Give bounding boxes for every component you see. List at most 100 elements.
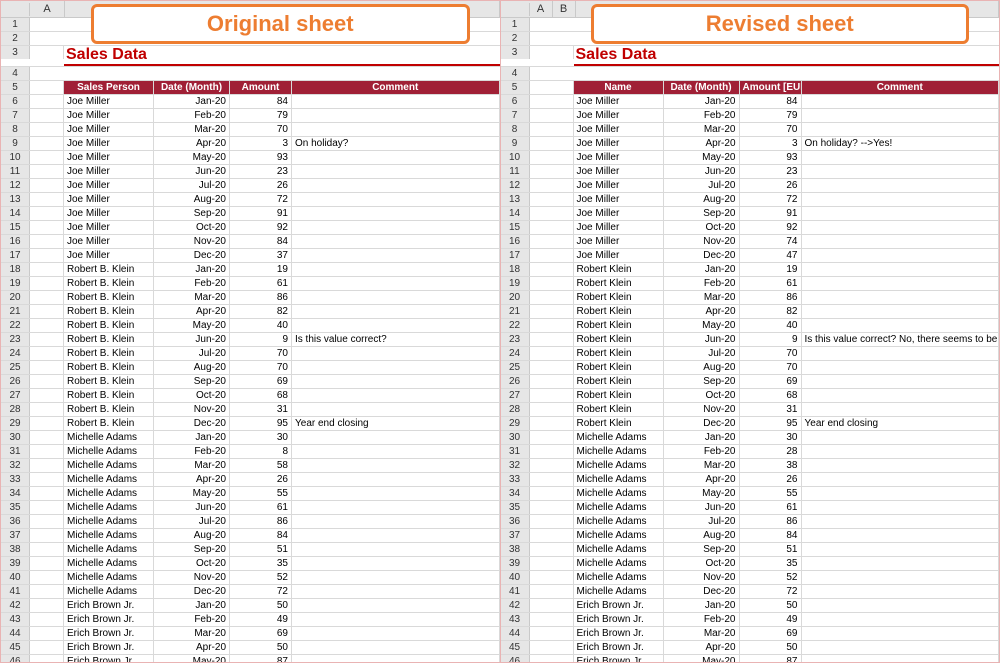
cell-amount[interactable]: 70 — [230, 347, 292, 360]
cell-date[interactable]: Sep-20 — [154, 375, 230, 388]
cell-amount[interactable]: 61 — [230, 501, 292, 514]
cell-date[interactable]: Jul-20 — [154, 515, 230, 528]
table-row[interactable]: 46Erich Brown Jr.May-2087 — [501, 655, 1000, 662]
cell-date[interactable]: Jul-20 — [664, 347, 740, 360]
cell-person[interactable]: Joe Miller — [574, 235, 664, 248]
cell-amount[interactable]: 86 — [740, 515, 802, 528]
cell-person[interactable]: Joe Miller — [64, 165, 154, 178]
cell-amount[interactable]: 9 — [230, 333, 292, 346]
row-number[interactable]: 5 — [501, 81, 530, 94]
row-number[interactable]: 20 — [1, 291, 30, 304]
table-row[interactable]: 14Joe MillerSep-2091 — [1, 207, 500, 221]
cell-comment[interactable] — [292, 179, 500, 192]
cell-date[interactable]: Apr-20 — [154, 641, 230, 654]
cell-date[interactable]: Mar-20 — [664, 291, 740, 304]
cell-person[interactable]: Robert Klein — [574, 333, 664, 346]
cell-person[interactable]: Robert B. Klein — [64, 277, 154, 290]
table-row[interactable]: 41Michelle AdamsDec-2072 — [501, 585, 1000, 599]
table-row[interactable]: 11Joe MillerJun-2023 — [1, 165, 500, 179]
cell-comment[interactable] — [292, 151, 500, 164]
cell-amount[interactable]: 61 — [230, 277, 292, 290]
cell-amount[interactable]: 37 — [230, 249, 292, 262]
cell-person[interactable]: Robert B. Klein — [64, 375, 154, 388]
cell-person[interactable]: Erich Brown Jr. — [574, 613, 664, 626]
cell-person[interactable]: Michelle Adams — [574, 501, 664, 514]
header-date[interactable]: Date (Month) — [664, 81, 740, 94]
header-person[interactable]: Name — [574, 81, 664, 94]
table-row[interactable]: 13Joe MillerAug-2072 — [501, 193, 1000, 207]
row-number[interactable]: 43 — [501, 613, 530, 626]
col-letter-b[interactable]: B — [553, 1, 576, 17]
cell-person[interactable]: Michelle Adams — [64, 515, 154, 528]
cell-amount[interactable]: 19 — [230, 263, 292, 276]
cell-comment[interactable] — [802, 305, 1000, 318]
cell-date[interactable]: Sep-20 — [154, 207, 230, 220]
cell-person[interactable]: Joe Miller — [64, 137, 154, 150]
row-number[interactable]: 14 — [501, 207, 530, 220]
cell-person[interactable]: Michelle Adams — [574, 543, 664, 556]
header-comment[interactable]: Comment — [292, 81, 500, 94]
header-person[interactable]: Sales Person — [64, 81, 154, 94]
cell-comment[interactable] — [802, 529, 1000, 542]
table-row[interactable]: 15Joe MillerOct-2092 — [1, 221, 500, 235]
cell-date[interactable]: Dec-20 — [154, 585, 230, 598]
cell-date[interactable]: Jun-20 — [154, 165, 230, 178]
cell-comment[interactable] — [292, 459, 500, 472]
cell-person[interactable]: Joe Miller — [574, 123, 664, 136]
cell-person[interactable]: Michelle Adams — [64, 557, 154, 570]
cell-comment[interactable]: Is this value correct? — [292, 333, 500, 346]
cell-date[interactable]: Feb-20 — [664, 109, 740, 122]
cell-person[interactable]: Robert Klein — [574, 347, 664, 360]
row-number[interactable]: 29 — [1, 417, 30, 430]
cell-amount[interactable]: 86 — [230, 515, 292, 528]
row-number[interactable]: 42 — [501, 599, 530, 612]
cell-amount[interactable]: 51 — [740, 543, 802, 556]
cell-amount[interactable]: 55 — [230, 487, 292, 500]
cell-amount[interactable]: 40 — [740, 319, 802, 332]
table-row[interactable]: 19Robert B. KleinFeb-2061 — [1, 277, 500, 291]
cell-date[interactable]: Oct-20 — [154, 557, 230, 570]
table-row[interactable]: 38Michelle AdamsSep-2051 — [501, 543, 1000, 557]
cell-person[interactable]: Robert Klein — [574, 361, 664, 374]
table-row[interactable]: 16Joe MillerNov-2084 — [1, 235, 500, 249]
cell-amount[interactable]: 35 — [740, 557, 802, 570]
cell-comment[interactable] — [802, 487, 1000, 500]
cell-person[interactable]: Michelle Adams — [574, 515, 664, 528]
cell-person[interactable]: Erich Brown Jr. — [64, 641, 154, 654]
row-number[interactable]: 15 — [501, 221, 530, 234]
cell-amount[interactable]: 61 — [740, 277, 802, 290]
cell-date[interactable]: Mar-20 — [664, 459, 740, 472]
cell-comment[interactable] — [292, 543, 500, 556]
cell-comment[interactable] — [802, 501, 1000, 514]
table-row[interactable]: 43Erich Brown Jr.Feb-2049 — [501, 613, 1000, 627]
cell-person[interactable]: Robert B. Klein — [64, 291, 154, 304]
cell-date[interactable]: Apr-20 — [664, 473, 740, 486]
cell-date[interactable]: May-20 — [154, 319, 230, 332]
cell-comment[interactable] — [292, 501, 500, 514]
table-row[interactable]: 22Robert KleinMay-2040 — [501, 319, 1000, 333]
cell-date[interactable]: Oct-20 — [154, 389, 230, 402]
cell-amount[interactable]: 84 — [740, 529, 802, 542]
cell-date[interactable]: Mar-20 — [154, 627, 230, 640]
table-row[interactable]: 43Erich Brown Jr.Feb-2049 — [1, 613, 500, 627]
cell-amount[interactable]: 30 — [740, 431, 802, 444]
cell-person[interactable]: Robert Klein — [574, 417, 664, 430]
table-row[interactable]: 7Joe MillerFeb-2079 — [1, 109, 500, 123]
cell-date[interactable]: Jul-20 — [154, 347, 230, 360]
table-row[interactable]: 9Joe MillerApr-203On holiday? — [1, 137, 500, 151]
cell-amount[interactable]: 93 — [230, 151, 292, 164]
cell-amount[interactable]: 35 — [230, 557, 292, 570]
cell-amount[interactable]: 92 — [230, 221, 292, 234]
cell-amount[interactable]: 69 — [230, 375, 292, 388]
cell-amount[interactable]: 84 — [230, 95, 292, 108]
table-row[interactable]: 40Michelle AdamsNov-2052 — [501, 571, 1000, 585]
cell-date[interactable]: Aug-20 — [154, 529, 230, 542]
cell-comment[interactable] — [292, 221, 500, 234]
table-row[interactable]: 29Robert B. KleinDec-2095Year end closin… — [1, 417, 500, 431]
cell-person[interactable]: Michelle Adams — [574, 529, 664, 542]
table-row[interactable]: 31Michelle AdamsFeb-2028 — [501, 445, 1000, 459]
table-row[interactable]: 27Robert KleinOct-2068 — [501, 389, 1000, 403]
cell-comment[interactable] — [292, 445, 500, 458]
cell-date[interactable]: Aug-20 — [154, 361, 230, 374]
cell-date[interactable]: Sep-20 — [664, 543, 740, 556]
